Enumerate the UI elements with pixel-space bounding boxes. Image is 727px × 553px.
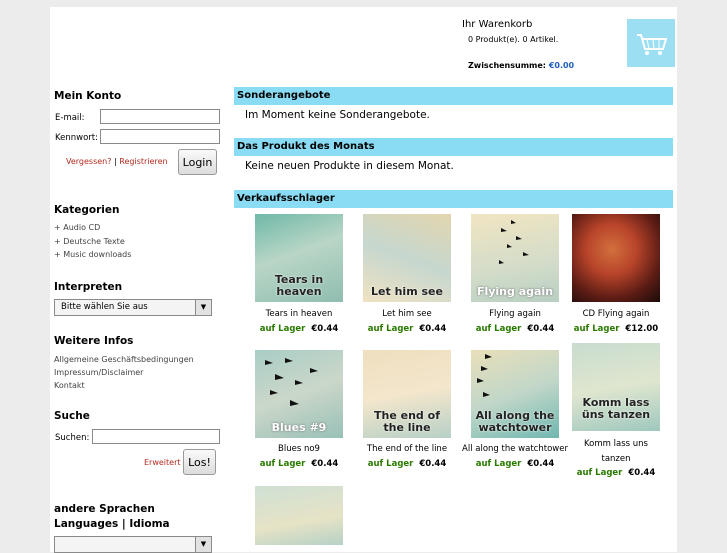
languages-title: andere Sprachen bbox=[54, 503, 155, 515]
cart-subtotal-value: €0.00 bbox=[548, 61, 575, 70]
product-name[interactable]: Flying again bbox=[465, 309, 565, 319]
artist-select[interactable]: Bitte wählen Sie aus ▼ bbox=[54, 299, 212, 316]
languages-subtitle: Languages | Idioma bbox=[54, 518, 170, 530]
bestsellers-header: Verkaufsschlager bbox=[234, 190, 673, 208]
login-button[interactable]: Login bbox=[178, 149, 217, 175]
product-of-month-header: Das Produkt des Monats bbox=[234, 138, 673, 156]
stock-status: auf Lager bbox=[475, 324, 522, 334]
artist-select-value: Bitte wählen Sie aus bbox=[61, 302, 148, 312]
category-item[interactable]: + Deutsche Texte bbox=[54, 237, 131, 251]
search-input[interactable] bbox=[92, 429, 220, 444]
product-image-caption: All along the watchtower bbox=[475, 409, 555, 434]
product-stock-price: auf Lager €0.44 bbox=[357, 324, 457, 334]
product-image-caption: The end of the line bbox=[374, 409, 440, 434]
product-name[interactable]: CD Flying again bbox=[566, 309, 666, 319]
category-label: Music downloads bbox=[63, 250, 132, 259]
product-of-month-message: Keine neuen Produkte in diesem Monat. bbox=[245, 160, 454, 172]
product-price: €0.44 bbox=[527, 324, 555, 334]
advanced-search-link[interactable]: Erweitert bbox=[144, 458, 181, 467]
product-name[interactable]: Tears in heaven bbox=[249, 309, 349, 319]
forgot-password-link[interactable]: Vergessen? bbox=[66, 157, 112, 166]
stock-status: auf Lager bbox=[573, 324, 620, 334]
password-field[interactable] bbox=[100, 129, 220, 144]
stock-status: auf Lager bbox=[367, 459, 414, 469]
dropdown-arrow-icon: ▼ bbox=[195, 300, 211, 315]
password-label: Kennwort: bbox=[55, 133, 98, 143]
product-name[interactable]: Blues no9 bbox=[249, 444, 349, 454]
shopping-cart-icon[interactable] bbox=[627, 19, 675, 67]
product-image[interactable]: Let him see bbox=[363, 214, 451, 302]
plus-icon: + bbox=[54, 223, 61, 232]
category-item[interactable]: + Audio CD bbox=[54, 223, 131, 237]
product-image[interactable]: Flying again bbox=[471, 214, 559, 302]
infos-title: Weitere Infos bbox=[54, 335, 134, 347]
plus-icon: + bbox=[54, 236, 61, 246]
page: Ihr Warenkorb 0 Produkt(e). 0 Artikel. Z… bbox=[50, 7, 677, 553]
artists-title: Interpreten bbox=[54, 281, 123, 293]
product-name[interactable]: The end of the line bbox=[357, 444, 457, 454]
product-image-caption: Let him see bbox=[371, 285, 443, 298]
email-field[interactable] bbox=[100, 109, 220, 124]
infos-list: Allgemeine Geschäftsbedingungen Impressu… bbox=[54, 353, 194, 392]
product-price: €0.44 bbox=[419, 459, 447, 469]
category-list: + Audio CD + Deutsche Texte + Music down… bbox=[54, 223, 131, 264]
product-stock-price: auf Lager €0.44 bbox=[566, 468, 666, 478]
email-label: E-mail: bbox=[55, 113, 85, 123]
product-name[interactable]: All along the watchtower bbox=[461, 444, 569, 454]
product-price: €0.44 bbox=[311, 459, 339, 469]
specials-header: Sonderangebote bbox=[234, 87, 673, 105]
search-label: Suchen: bbox=[55, 433, 90, 443]
product-image[interactable]: Tears in heaven bbox=[255, 214, 343, 302]
product-price: €0.44 bbox=[628, 468, 656, 478]
category-label: Deutsche Texte bbox=[63, 236, 125, 246]
cart-count: 0 Produkt(e). 0 Artikel. bbox=[468, 35, 559, 44]
cart-subtotal: Zwischensumme: €0.00 bbox=[468, 61, 574, 70]
account-title: Mein Konto bbox=[54, 90, 122, 102]
product-image[interactable] bbox=[255, 486, 343, 545]
info-link-contact[interactable]: Kontakt bbox=[54, 379, 194, 392]
product-stock-price: auf Lager €0.44 bbox=[465, 459, 565, 469]
account-links-separator: | bbox=[114, 157, 117, 166]
product-stock-price: auf Lager €0.44 bbox=[249, 324, 349, 334]
stock-status: auf Lager bbox=[576, 468, 623, 478]
product-name[interactable]: Komm lass uns tanzen bbox=[566, 437, 666, 467]
product-price: €0.44 bbox=[311, 324, 339, 334]
product-image-caption: Tears in heaven bbox=[274, 273, 324, 298]
category-label: Audio CD bbox=[63, 223, 101, 232]
stock-status: auf Lager bbox=[367, 324, 414, 334]
product-stock-price: auf Lager €0.44 bbox=[357, 459, 457, 469]
register-link[interactable]: Registrieren bbox=[119, 157, 167, 166]
product-image[interactable]: Blues #9 bbox=[255, 350, 343, 438]
cart-title[interactable]: Ihr Warenkorb bbox=[462, 19, 532, 30]
category-item[interactable]: + Music downloads bbox=[54, 250, 131, 264]
categories-title: Kategorien bbox=[54, 204, 120, 216]
product-price: €0.44 bbox=[419, 324, 447, 334]
specials-message: Im Moment keine Sonderangebote. bbox=[245, 109, 430, 121]
stock-status: auf Lager bbox=[259, 459, 306, 469]
product-stock-price: auf Lager €0.44 bbox=[249, 459, 349, 469]
product-stock-price: auf Lager €0.44 bbox=[465, 324, 565, 334]
product-image[interactable]: All along the watchtower bbox=[471, 350, 559, 438]
product-image-caption: Komm lass üns tanzen bbox=[581, 396, 651, 421]
product-image-caption: Blues #9 bbox=[271, 421, 327, 434]
product-image[interactable] bbox=[572, 214, 660, 302]
info-link-imprint[interactable]: Impressum/Disclaimer bbox=[54, 366, 194, 379]
stock-status: auf Lager bbox=[259, 324, 306, 334]
product-stock-price: auf Lager €12.00 bbox=[566, 324, 666, 334]
search-button[interactable]: Los! bbox=[183, 449, 216, 475]
stock-status: auf Lager bbox=[475, 459, 522, 469]
product-image-caption: Flying again bbox=[476, 285, 554, 298]
product-price: €0.44 bbox=[527, 459, 555, 469]
product-image[interactable]: Komm lass üns tanzen bbox=[572, 343, 660, 431]
product-name[interactable]: Let him see bbox=[357, 309, 457, 319]
cart-subtotal-label: Zwischensumme: bbox=[468, 61, 547, 70]
plus-icon: + bbox=[54, 250, 61, 259]
search-title: Suche bbox=[54, 410, 90, 422]
info-link-terms[interactable]: Allgemeine Geschäftsbedingungen bbox=[54, 353, 194, 366]
product-price: €12.00 bbox=[625, 324, 659, 334]
account-links: Vergessen? | Registrieren bbox=[66, 157, 168, 166]
product-image[interactable]: The end of the line bbox=[363, 350, 451, 438]
